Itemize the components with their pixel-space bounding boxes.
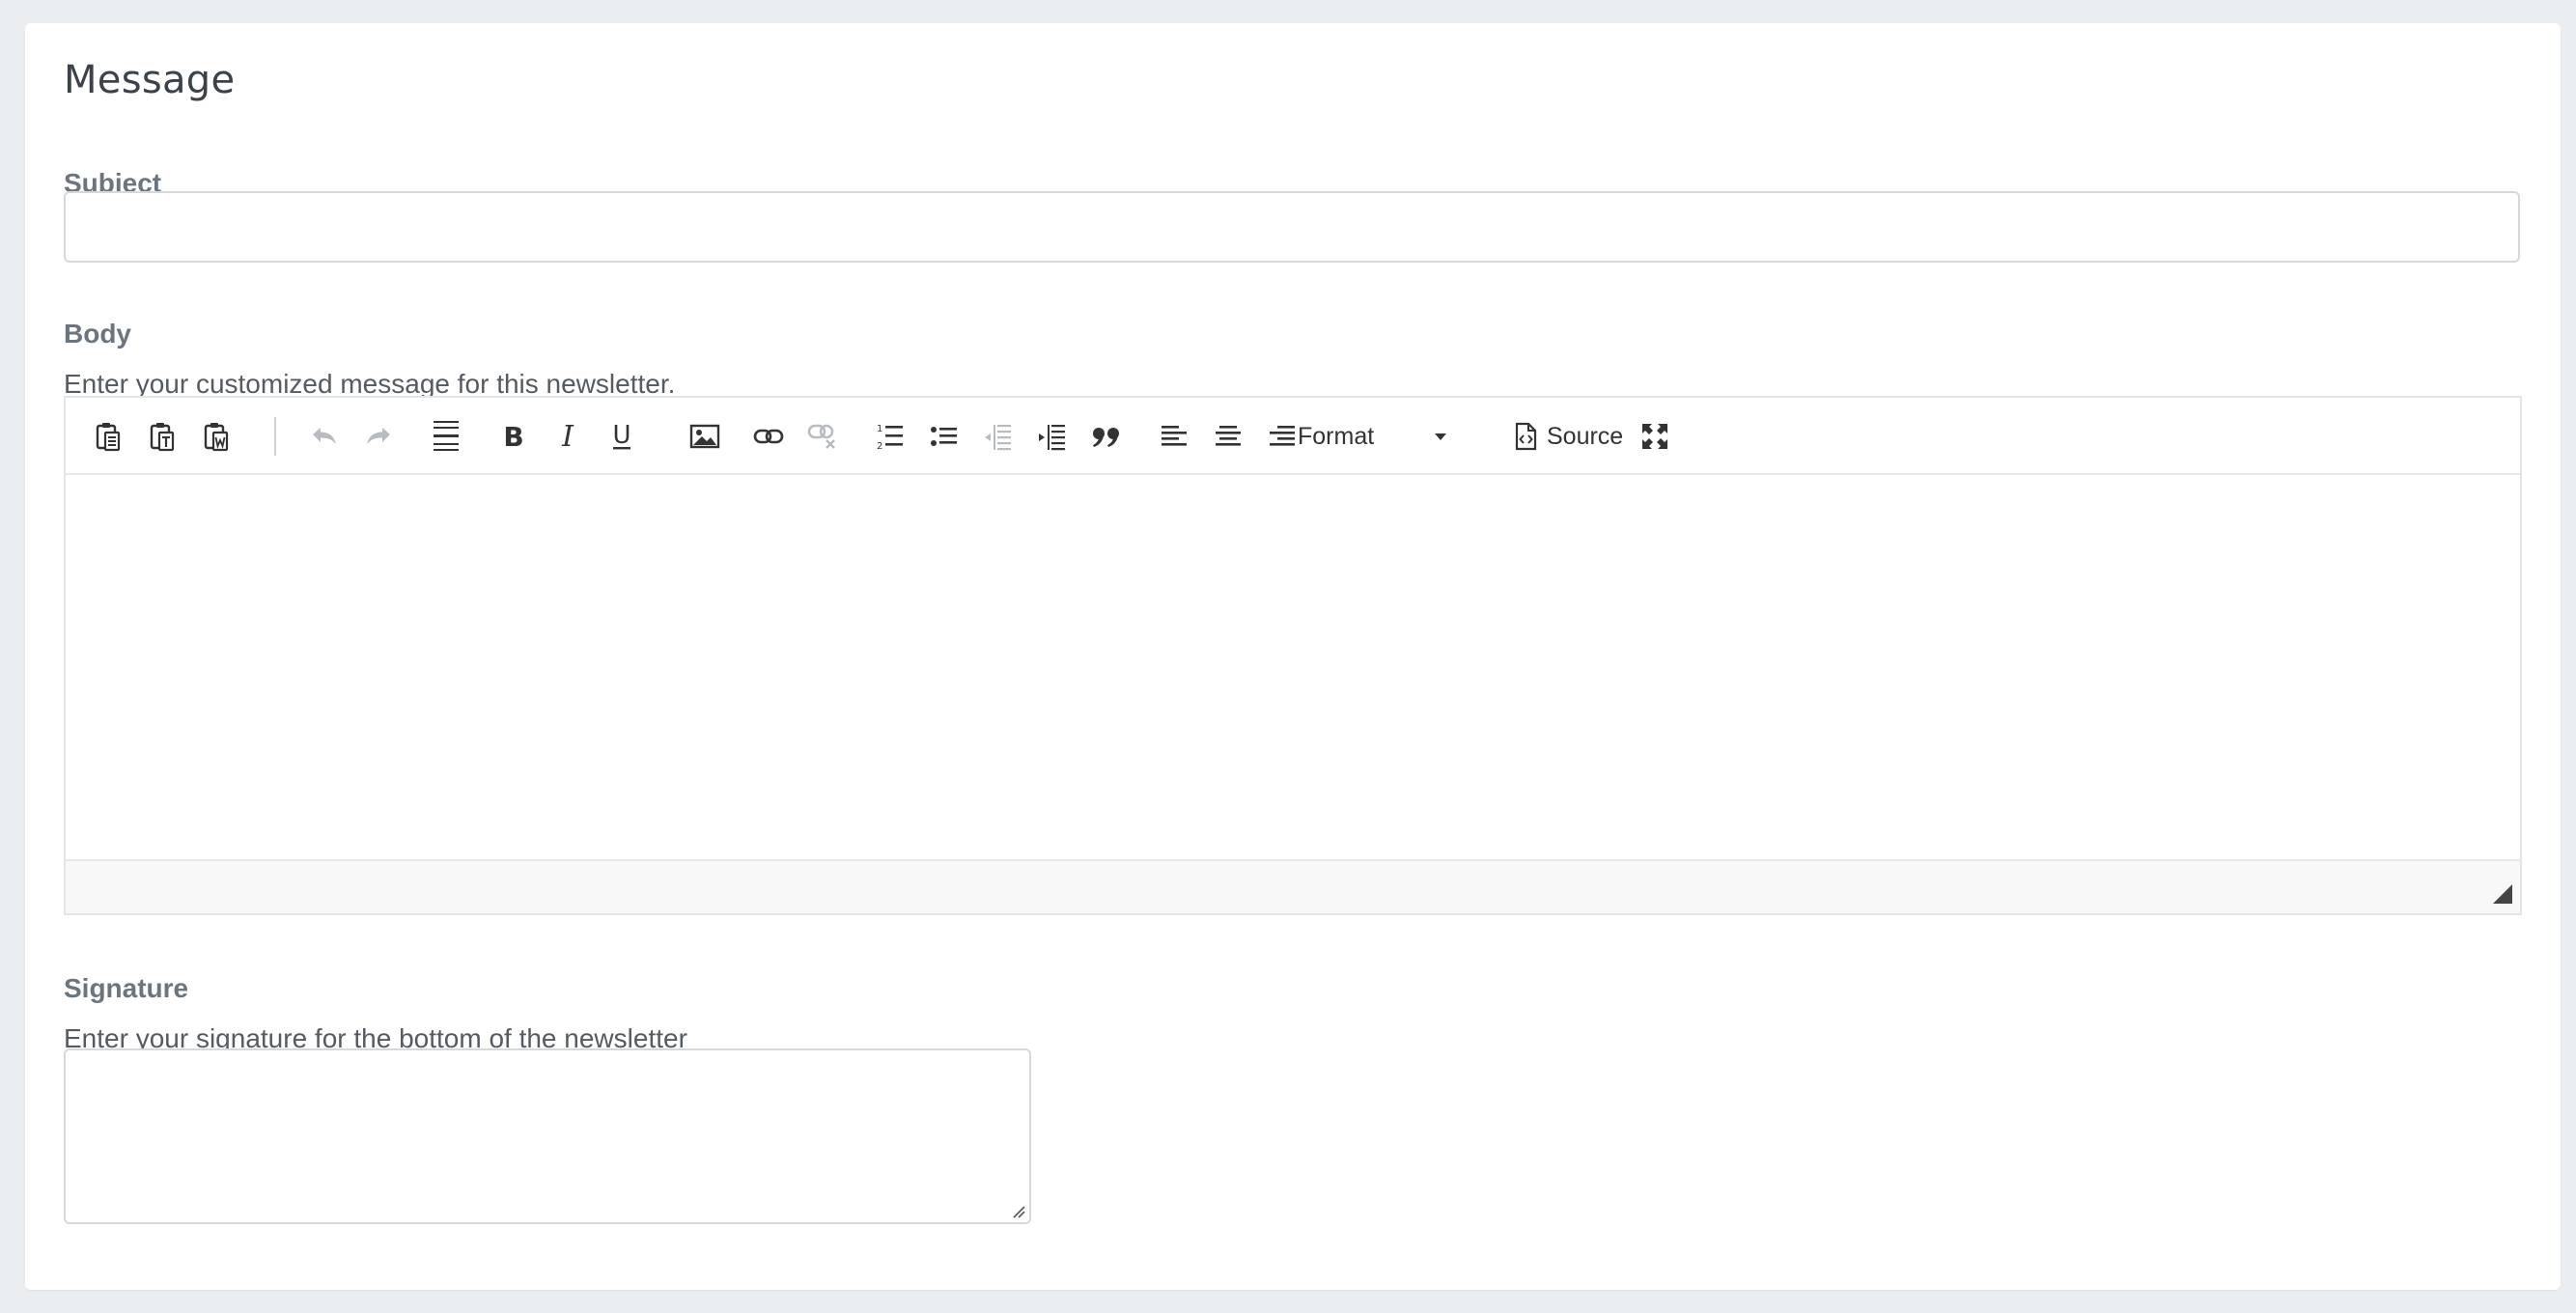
- paste-word-icon: [204, 423, 229, 452]
- image-icon: [689, 424, 720, 449]
- card-title: Message: [64, 58, 236, 102]
- undo-button[interactable]: [303, 415, 346, 458]
- signature-textarea[interactable]: [64, 1048, 1031, 1224]
- paste-word-button[interactable]: [195, 415, 238, 458]
- outdent-button[interactable]: [977, 415, 1020, 458]
- bulleted-list-button[interactable]: [923, 415, 966, 458]
- align-right-icon: [1270, 426, 1295, 446]
- bold-icon: B: [503, 422, 523, 451]
- numbered-list-button[interactable]: 1 2: [869, 415, 911, 458]
- body-label: Body: [64, 319, 131, 349]
- subject-input[interactable]: [64, 191, 2520, 263]
- svg-text:B: B: [503, 422, 523, 451]
- align-center-icon: [1216, 426, 1241, 446]
- unlink-icon: [807, 424, 835, 449]
- paste-icon: [96, 423, 121, 452]
- paste-text-icon: [150, 423, 175, 452]
- redo-button[interactable]: [357, 415, 400, 458]
- align-center-button[interactable]: [1207, 415, 1249, 458]
- horizontal-rule-icon: [434, 421, 459, 451]
- paste-button[interactable]: [87, 415, 129, 458]
- signature-label: Signature: [64, 973, 189, 1003]
- editor-status-bar: [66, 859, 2520, 913]
- underline-button[interactable]: U: [601, 415, 643, 458]
- svg-text:1: 1: [877, 424, 882, 434]
- redo-icon: [367, 428, 390, 444]
- align-left-button[interactable]: [1153, 415, 1195, 458]
- svg-text:U: U: [612, 421, 630, 450]
- outdent-icon: [985, 425, 1011, 451]
- indent-button[interactable]: [1031, 415, 1074, 458]
- italic-icon: I: [561, 422, 574, 451]
- source-button-label: Source: [1547, 422, 1624, 450]
- blockquote-icon: [1093, 428, 1119, 447]
- textarea-resize-grip-icon[interactable]: [1012, 1205, 1025, 1218]
- toolbar-separator: [274, 417, 276, 456]
- indent-icon: [1039, 425, 1065, 451]
- image-button[interactable]: [684, 415, 726, 458]
- source-button[interactable]: Source: [1514, 415, 1623, 458]
- align-left-icon: [1162, 426, 1187, 446]
- bulleted-list-icon: [931, 427, 957, 446]
- maximize-button[interactable]: [1634, 415, 1676, 458]
- svg-text:I: I: [561, 422, 574, 451]
- editor-toolbar: B I U 1 2 Format Source: [66, 398, 2520, 475]
- unlink-button[interactable]: [801, 415, 844, 458]
- underline-icon: U: [612, 421, 630, 450]
- blockquote-button[interactable]: [1085, 415, 1128, 458]
- bold-button[interactable]: B: [492, 415, 535, 458]
- horizontal-rule-button[interactable]: [425, 415, 467, 458]
- chevron-down-icon: [1435, 433, 1446, 440]
- link-icon: [753, 429, 784, 444]
- editor-resize-handle[interactable]: [2493, 884, 2512, 904]
- italic-button[interactable]: I: [546, 415, 589, 458]
- numbered-list-icon: 1 2: [877, 424, 903, 451]
- format-dropdown[interactable]: Format: [1298, 415, 1452, 458]
- rich-text-editor: B I U 1 2 Format Source: [64, 396, 2522, 915]
- editor-content-area[interactable]: [66, 475, 2520, 861]
- undo-icon: [313, 428, 336, 444]
- format-dropdown-label: Format: [1298, 422, 1375, 450]
- paste-text-button[interactable]: [141, 415, 183, 458]
- link-button[interactable]: [747, 415, 790, 458]
- message-card: Message Subject Body Enter your customiz…: [25, 23, 2561, 1290]
- maximize-icon: [1642, 424, 1667, 449]
- source-icon: [1515, 422, 1537, 451]
- svg-text:2: 2: [877, 441, 882, 451]
